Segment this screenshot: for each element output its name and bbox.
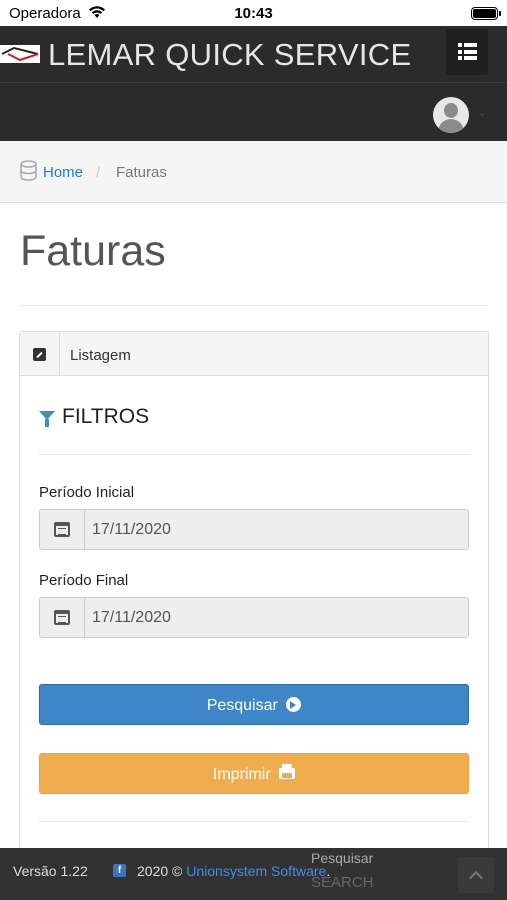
end-date-field[interactable]: 17/11/2020 [39,597,469,638]
panel-title: Listagem [70,347,131,364]
divider [20,305,488,306]
menu-toggle-button[interactable] [446,29,488,75]
arrow-circle-right-icon [286,697,302,713]
print-button-label: Imprimir [212,766,271,783]
user-bar: ⌄ [0,82,507,141]
divider [39,454,469,455]
expand-icon[interactable] [20,332,60,375]
top-navbar: LEMAR QUICK SERVICE [0,26,507,82]
chevron-down-icon[interactable]: ⌄ [478,108,486,119]
status-bar: Operadora 10:43 [0,0,507,26]
search-button[interactable]: Pesquisar [39,684,469,725]
breadcrumb-separator: / [96,164,101,181]
breadcrumb-current: Faturas [116,164,167,181]
company-link[interactable]: Unionsystem Software [186,863,326,879]
printer-icon [279,764,296,780]
start-date-label: Período Inicial [39,484,135,501]
start-date-field[interactable]: 17/11/2020 [39,509,469,550]
facebook-icon[interactable]: f [113,864,126,877]
end-date-label: Período Final [39,572,129,589]
brand-title[interactable]: LEMAR QUICK SERVICE [48,37,411,73]
footer: Versão 1.22 f 2020 © Unionsystem Softwar… [0,848,507,900]
divider [39,821,469,822]
calendar-icon[interactable] [40,598,85,637]
filters-heading: FILTROS [39,405,149,429]
end-date-value[interactable]: 17/11/2020 [92,609,171,627]
search-button-label: Pesquisar [206,697,278,714]
clock: 10:43 [234,5,273,22]
copyright: 2020 © Unionsystem Software. [137,863,331,879]
brand-logo[interactable] [0,45,40,63]
print-button[interactable]: Imprimir [39,753,469,794]
search-input[interactable]: SEARCH [311,874,441,896]
listing-panel: Listagem FILTROS Período Inicial 17/11/2… [19,331,489,871]
avatar[interactable] [433,97,469,133]
breadcrumb-home-link[interactable]: Home [43,164,83,181]
scroll-to-top-button[interactable] [458,857,494,893]
app-version: Versão 1.22 [13,863,88,879]
search-label: Pesquisar [311,850,374,866]
calendar-icon[interactable] [40,510,85,549]
breadcrumb: Home / Faturas [0,141,507,203]
battery-icon [471,7,501,20]
filters-title: FILTROS [62,405,150,428]
filter-icon [39,410,55,427]
panel-header: Listagem [20,332,488,376]
page-title: Faturas [20,227,166,275]
start-date-value[interactable]: 17/11/2020 [92,521,171,539]
database-icon [20,160,37,181]
list-icon [458,43,477,60]
